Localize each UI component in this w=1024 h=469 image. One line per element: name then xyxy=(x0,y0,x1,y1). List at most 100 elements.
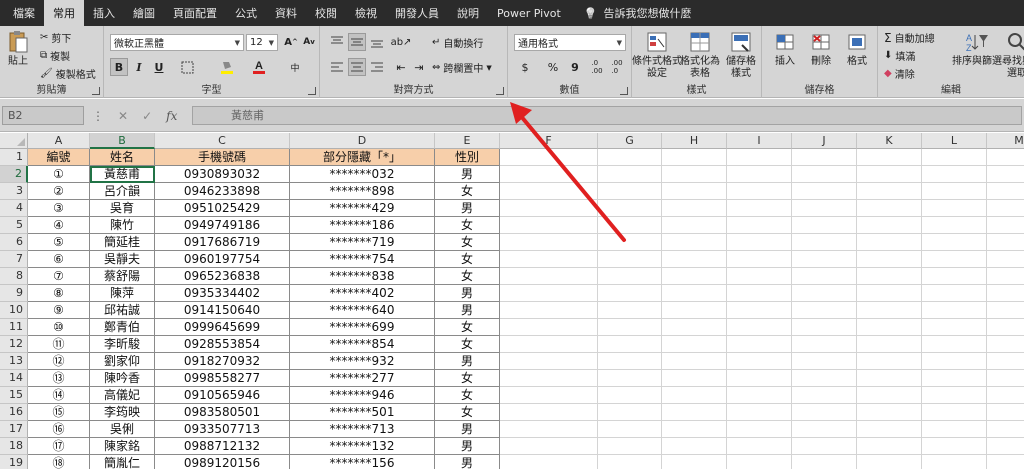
table-cell[interactable]: 吳靜夫 xyxy=(90,251,155,268)
merge-center-button[interactable]: ⇔ 跨欄置中 ▼ xyxy=(432,60,492,75)
table-cell[interactable]: ⑦ xyxy=(28,268,90,285)
empty-cell[interactable] xyxy=(500,353,598,370)
increase-indent-icon[interactable]: ⇥ xyxy=(410,58,428,76)
empty-cell[interactable] xyxy=(500,302,598,319)
table-cell[interactable]: 0951025429 xyxy=(155,200,290,217)
empty-cell[interactable] xyxy=(598,421,662,438)
empty-cell[interactable] xyxy=(922,421,987,438)
empty-cell[interactable] xyxy=(662,336,727,353)
alignment-launcher-icon[interactable] xyxy=(496,87,504,95)
table-cell[interactable]: *******186 xyxy=(290,217,435,234)
decrease-decimal-icon[interactable]: .00.0 xyxy=(608,58,626,76)
orientation-icon[interactable]: ab↗ xyxy=(391,33,412,51)
empty-cell[interactable] xyxy=(792,285,857,302)
empty-cell[interactable] xyxy=(727,217,792,234)
empty-cell[interactable] xyxy=(857,370,922,387)
empty-cell[interactable] xyxy=(727,200,792,217)
empty-cell[interactable] xyxy=(500,285,598,302)
empty-cell[interactable] xyxy=(987,149,1024,166)
empty-cell[interactable] xyxy=(500,404,598,421)
format-as-table-button[interactable]: 格式化為 表格 xyxy=(680,30,720,80)
empty-cell[interactable] xyxy=(857,319,922,336)
column-header-J[interactable]: J xyxy=(792,133,857,149)
empty-cell[interactable] xyxy=(987,336,1024,353)
table-cell[interactable]: 女 xyxy=(435,217,500,234)
empty-cell[interactable] xyxy=(662,302,727,319)
column-header-K[interactable]: K xyxy=(857,133,922,149)
empty-cell[interactable] xyxy=(922,183,987,200)
empty-cell[interactable] xyxy=(792,251,857,268)
empty-cell[interactable] xyxy=(792,183,857,200)
autosum-button[interactable]: Σ 自動加總 xyxy=(884,30,935,46)
empty-cell[interactable] xyxy=(922,268,987,285)
table-cell[interactable]: 0914150640 xyxy=(155,302,290,319)
table-cell[interactable]: 0949749186 xyxy=(155,217,290,234)
table-cell[interactable]: ⑮ xyxy=(28,404,90,421)
row-header-7[interactable]: 7 xyxy=(0,251,28,268)
table-cell[interactable]: *******713 xyxy=(290,421,435,438)
align-bottom-icon[interactable] xyxy=(368,33,386,51)
row-header-13[interactable]: 13 xyxy=(0,353,28,370)
table-cell[interactable]: ① xyxy=(28,166,90,183)
empty-cell[interactable] xyxy=(922,251,987,268)
empty-cell[interactable] xyxy=(987,166,1024,183)
empty-cell[interactable] xyxy=(500,319,598,336)
table-cell[interactable]: 蔡舒陽 xyxy=(90,268,155,285)
table-cell[interactable]: *******429 xyxy=(290,200,435,217)
empty-cell[interactable] xyxy=(598,149,662,166)
table-cell[interactable]: *******277 xyxy=(290,370,435,387)
align-top-icon[interactable] xyxy=(328,33,346,51)
tab-10[interactable]: 說明 xyxy=(448,0,488,26)
empty-cell[interactable] xyxy=(500,387,598,404)
table-cell[interactable]: *******946 xyxy=(290,387,435,404)
table-cell[interactable]: 高儀妃 xyxy=(90,387,155,404)
tab-11[interactable]: Power Pivot xyxy=(488,0,570,26)
cell-styles-button[interactable]: 儲存格 樣式 xyxy=(722,30,760,80)
column-header-L[interactable]: L xyxy=(922,133,987,149)
fill-button[interactable]: ⬇ 填滿 xyxy=(884,48,915,63)
table-cell[interactable]: 男 xyxy=(435,302,500,319)
table-cell[interactable]: *******854 xyxy=(290,336,435,353)
table-cell[interactable]: 0935334402 xyxy=(155,285,290,302)
empty-cell[interactable] xyxy=(792,370,857,387)
decrease-indent-icon[interactable]: ⇤ xyxy=(392,58,410,76)
table-cell[interactable]: ③ xyxy=(28,200,90,217)
empty-cell[interactable] xyxy=(922,370,987,387)
table-cell[interactable]: *******640 xyxy=(290,302,435,319)
empty-cell[interactable] xyxy=(727,268,792,285)
empty-cell[interactable] xyxy=(500,268,598,285)
empty-cell[interactable] xyxy=(662,217,727,234)
wrap-text-button[interactable]: ↵ 自動換行 xyxy=(432,35,483,50)
table-cell[interactable]: 呂介韻 xyxy=(90,183,155,200)
empty-cell[interactable] xyxy=(500,217,598,234)
empty-cell[interactable] xyxy=(662,251,727,268)
formula-input[interactable]: 黃慈甫 xyxy=(192,106,1022,125)
table-cell[interactable]: ⑬ xyxy=(28,370,90,387)
empty-cell[interactable] xyxy=(857,200,922,217)
tab-4[interactable]: 頁面配置 xyxy=(164,0,226,26)
empty-cell[interactable] xyxy=(987,234,1024,251)
align-left-icon[interactable] xyxy=(328,58,346,76)
table-cell[interactable]: 0983580501 xyxy=(155,404,290,421)
font-launcher-icon[interactable] xyxy=(308,87,316,95)
table-cell[interactable]: 0930893032 xyxy=(155,166,290,183)
table-cell[interactable]: 女 xyxy=(435,404,500,421)
empty-cell[interactable] xyxy=(662,149,727,166)
insert-cells-button[interactable]: 插入 xyxy=(770,30,800,68)
empty-cell[interactable] xyxy=(987,200,1024,217)
table-cell[interactable]: 鄭青伯 xyxy=(90,319,155,336)
grow-font-icon[interactable]: A ^ xyxy=(282,33,300,51)
table-cell[interactable]: *******156 xyxy=(290,455,435,469)
empty-cell[interactable] xyxy=(792,302,857,319)
table-cell[interactable]: 女 xyxy=(435,319,500,336)
table-cell[interactable]: ⑱ xyxy=(28,455,90,469)
empty-cell[interactable] xyxy=(662,370,727,387)
table-cell[interactable]: 男 xyxy=(435,421,500,438)
empty-cell[interactable] xyxy=(662,353,727,370)
empty-cell[interactable] xyxy=(500,149,598,166)
table-header-cell[interactable]: 部分隱藏「*」 xyxy=(290,149,435,166)
cancel-icon[interactable]: ✕ xyxy=(118,109,128,123)
table-cell[interactable]: ② xyxy=(28,183,90,200)
empty-cell[interactable] xyxy=(662,455,727,469)
empty-cell[interactable] xyxy=(500,455,598,469)
